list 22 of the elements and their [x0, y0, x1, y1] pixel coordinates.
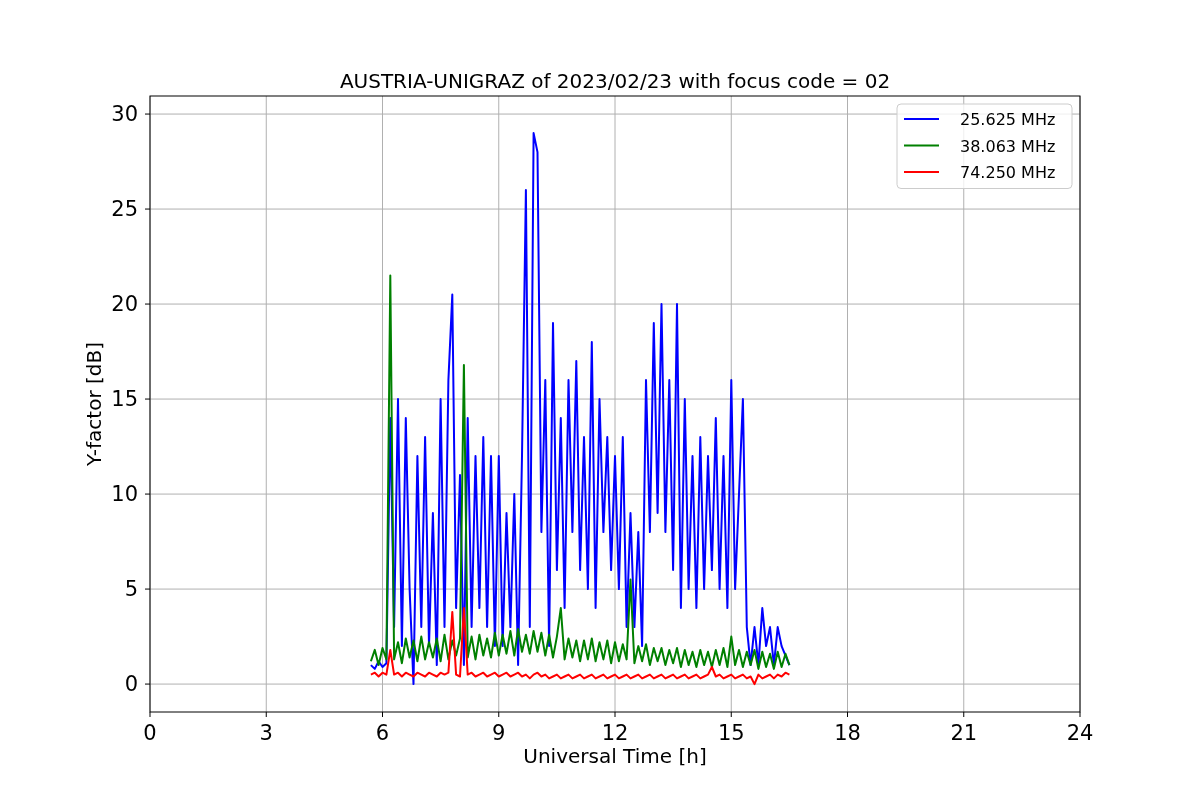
tick-label: 21	[950, 721, 978, 745]
tick-label: 9	[492, 721, 506, 745]
tick-label: 25	[111, 197, 138, 222]
tick-label: 15	[717, 721, 745, 745]
tick-label: 10	[111, 482, 138, 507]
legend-label: 74.250 MHz	[960, 163, 1056, 182]
tick-label: 12	[601, 721, 629, 745]
chart-title: AUSTRIA-UNIGRAZ of 2023/02/23 with focus code = 02	[339, 69, 891, 93]
tick-label: 0	[124, 672, 138, 697]
tick-label: 18	[834, 721, 861, 745]
legend-label: 25.625 MHz	[960, 110, 1056, 129]
tick-label: 0	[143, 721, 157, 745]
tick-label: 20	[111, 292, 138, 317]
tick-label: 24	[1066, 721, 1094, 745]
legend-label: 38.063 MHz	[960, 136, 1056, 156]
tick-label: 15	[111, 387, 138, 412]
tick-label: 30	[111, 102, 138, 127]
x-axis-label: Universal Time [h]	[523, 744, 707, 768]
tick-label: 3	[259, 721, 273, 745]
tick-label: 5	[124, 577, 138, 602]
tick-label: 6	[375, 721, 390, 745]
y-axis-label: Y-factor [dB]	[82, 342, 106, 466]
